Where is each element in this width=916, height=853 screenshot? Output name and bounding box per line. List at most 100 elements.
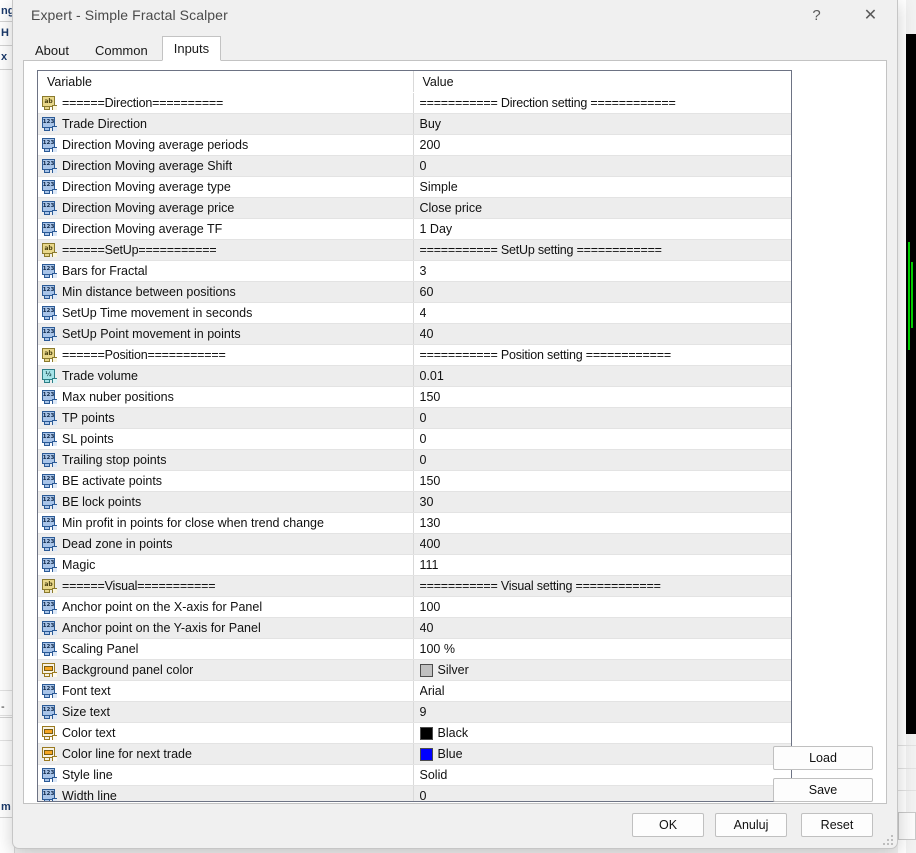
table-row[interactable]: ab======SetUp====================== SetU… <box>38 240 791 261</box>
variable-cell[interactable]: 123Dead zone in points <box>38 534 413 555</box>
table-row[interactable]: ½Trade volume0.01 <box>38 366 791 387</box>
value-cell[interactable]: Silver <box>413 660 791 681</box>
table-row[interactable]: 123Direction Moving average TF1 Day <box>38 219 791 240</box>
table-row[interactable]: 123Min distance between positions60 <box>38 282 791 303</box>
variable-cell[interactable]: 123SL points <box>38 429 413 450</box>
table-row[interactable]: Color textBlack <box>38 723 791 744</box>
value-cell[interactable]: 130 <box>413 513 791 534</box>
variable-cell[interactable]: 123TP points <box>38 408 413 429</box>
reset-button[interactable]: Reset <box>801 813 873 837</box>
table-row[interactable]: 123SetUp Point movement in points40 <box>38 324 791 345</box>
value-cell[interactable]: Simple <box>413 177 791 198</box>
value-cell[interactable]: 0.01 <box>413 366 791 387</box>
variable-cell[interactable]: 123Size text <box>38 702 413 723</box>
value-cell[interactable]: =========== Visual setting ============ <box>413 576 791 597</box>
table-row[interactable]: 123Dead zone in points400 <box>38 534 791 555</box>
table-row[interactable]: Color line for next tradeBlue <box>38 744 791 765</box>
value-cell[interactable]: 40 <box>413 324 791 345</box>
table-row[interactable]: 123Direction Moving average typeSimple <box>38 177 791 198</box>
table-row[interactable]: 123Anchor point on the X-axis for Panel1… <box>38 597 791 618</box>
table-row[interactable]: 123Direction Moving average Shift0 <box>38 156 791 177</box>
variable-cell[interactable]: 123Anchor point on the X-axis for Panel <box>38 597 413 618</box>
table-row[interactable]: 123Trade DirectionBuy <box>38 114 791 135</box>
value-cell[interactable]: Close price <box>413 198 791 219</box>
variable-cell[interactable]: ½Trade volume <box>38 366 413 387</box>
variable-cell[interactable]: 123Min distance between positions <box>38 282 413 303</box>
table-row[interactable]: ab======Position====================== P… <box>38 345 791 366</box>
table-row[interactable]: 123Size text9 <box>38 702 791 723</box>
table-row[interactable]: 123BE lock points30 <box>38 492 791 513</box>
help-icon[interactable]: ? <box>794 0 839 30</box>
variable-cell[interactable]: Color text <box>38 723 413 744</box>
value-cell[interactable]: 150 <box>413 387 791 408</box>
table-row[interactable]: 123SL points0 <box>38 429 791 450</box>
value-cell[interactable]: Blue <box>413 744 791 765</box>
ok-button[interactable]: OK <box>632 813 704 837</box>
table-row[interactable]: 123Bars for Fractal3 <box>38 261 791 282</box>
variable-cell[interactable]: 123Font text <box>38 681 413 702</box>
value-cell[interactable]: Arial <box>413 681 791 702</box>
variable-cell[interactable]: 123BE activate points <box>38 471 413 492</box>
value-cell[interactable]: 60 <box>413 282 791 303</box>
table-row[interactable]: 123Width line0 <box>38 786 791 803</box>
tab-about[interactable]: About <box>23 38 81 61</box>
table-row[interactable]: 123Style lineSolid <box>38 765 791 786</box>
resize-grip[interactable] <box>881 833 893 845</box>
value-cell[interactable]: 111 <box>413 555 791 576</box>
variable-cell[interactable]: 123Style line <box>38 765 413 786</box>
variable-cell[interactable]: ab======Direction========== <box>38 93 413 114</box>
variable-cell[interactable]: 123SetUp Point movement in points <box>38 324 413 345</box>
value-cell[interactable]: 0 <box>413 429 791 450</box>
table-row[interactable]: ab======Visual====================== Vis… <box>38 576 791 597</box>
value-cell[interactable]: 100 <box>413 597 791 618</box>
table-row[interactable]: 123Font textArial <box>38 681 791 702</box>
close-icon[interactable]: ✕ <box>848 0 893 30</box>
table-row[interactable]: Background panel colorSilver <box>38 660 791 681</box>
table-row[interactable]: 123Max nuber positions150 <box>38 387 791 408</box>
variable-cell[interactable]: 123Max nuber positions <box>38 387 413 408</box>
value-cell[interactable]: Black <box>413 723 791 744</box>
value-cell[interactable]: 1 Day <box>413 219 791 240</box>
variable-cell[interactable]: 123Direction Moving average TF <box>38 219 413 240</box>
inputs-grid[interactable]: Variable Value ab======Direction========… <box>37 70 792 802</box>
value-cell[interactable]: 30 <box>413 492 791 513</box>
value-cell[interactable]: 40 <box>413 618 791 639</box>
variable-cell[interactable]: Color line for next trade <box>38 744 413 765</box>
value-cell[interactable]: 0 <box>413 408 791 429</box>
column-header-variable[interactable]: Variable <box>38 71 413 93</box>
table-row[interactable]: 123Trailing stop points0 <box>38 450 791 471</box>
value-cell[interactable]: =========== Position setting ===========… <box>413 345 791 366</box>
variable-cell[interactable]: 123Direction Moving average Shift <box>38 156 413 177</box>
variable-cell[interactable]: 123Trailing stop points <box>38 450 413 471</box>
table-row[interactable]: 123Direction Moving average periods200 <box>38 135 791 156</box>
tab-inputs[interactable]: Inputs <box>162 36 221 61</box>
value-cell[interactable]: =========== Direction setting ==========… <box>413 93 791 114</box>
cancel-button[interactable]: Anuluj <box>715 813 787 837</box>
table-row[interactable]: 123Scaling Panel100 % <box>38 639 791 660</box>
value-cell[interactable]: =========== SetUp setting ============ <box>413 240 791 261</box>
save-button[interactable]: Save <box>773 778 873 802</box>
variable-cell[interactable]: 123BE lock points <box>38 492 413 513</box>
variable-cell[interactable]: 123Magic <box>38 555 413 576</box>
value-cell[interactable]: 150 <box>413 471 791 492</box>
variable-cell[interactable]: 123Bars for Fractal <box>38 261 413 282</box>
variable-cell[interactable]: 123Width line <box>38 786 413 803</box>
value-cell[interactable]: 0 <box>413 786 791 803</box>
value-cell[interactable]: 400 <box>413 534 791 555</box>
column-header-value[interactable]: Value <box>413 71 791 93</box>
variable-cell[interactable]: 123Min profit in points for close when t… <box>38 513 413 534</box>
variable-cell[interactable]: 123Direction Moving average periods <box>38 135 413 156</box>
variable-cell[interactable]: ab======Visual=========== <box>38 576 413 597</box>
value-cell[interactable]: 9 <box>413 702 791 723</box>
variable-cell[interactable]: 123Direction Moving average type <box>38 177 413 198</box>
variable-cell[interactable]: 123Anchor point on the Y-axis for Panel <box>38 618 413 639</box>
value-cell[interactable]: 200 <box>413 135 791 156</box>
value-cell[interactable]: 0 <box>413 156 791 177</box>
table-row[interactable]: 123SetUp Time movement in seconds4 <box>38 303 791 324</box>
value-cell[interactable]: 3 <box>413 261 791 282</box>
value-cell[interactable]: 100 % <box>413 639 791 660</box>
table-row[interactable]: 123Direction Moving average priceClose p… <box>38 198 791 219</box>
variable-cell[interactable]: 123Direction Moving average price <box>38 198 413 219</box>
variable-cell[interactable]: 123SetUp Time movement in seconds <box>38 303 413 324</box>
variable-cell[interactable]: 123Scaling Panel <box>38 639 413 660</box>
